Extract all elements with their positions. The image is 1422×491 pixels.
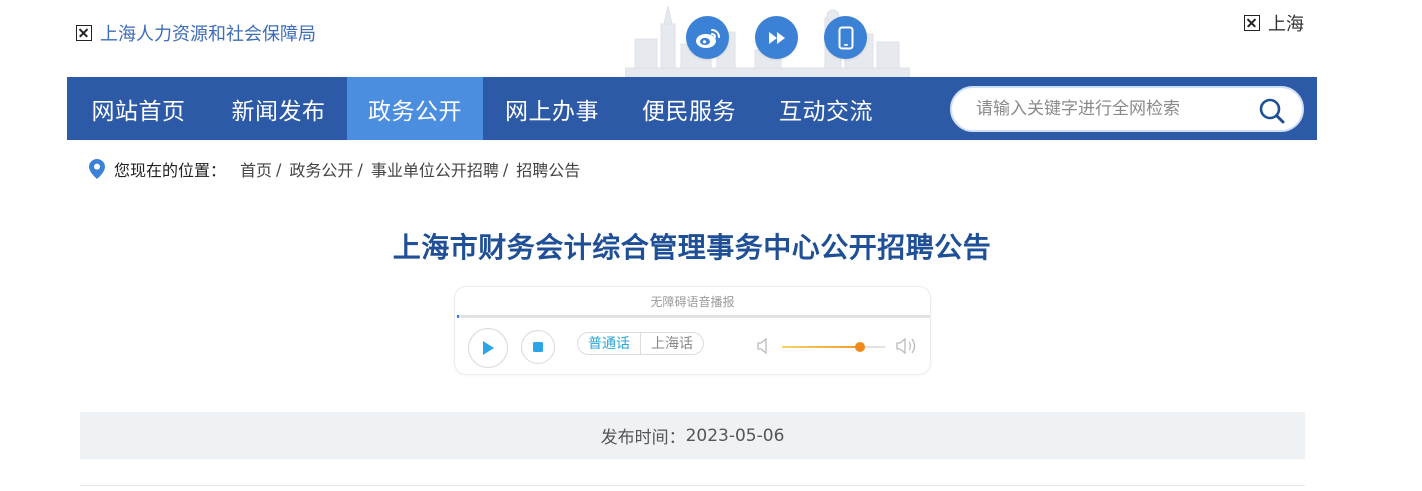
fast-forward-icon xyxy=(768,31,785,44)
weibo-icon xyxy=(695,28,720,48)
region-switch[interactable]: 上海 xyxy=(1244,10,1304,36)
feed-button[interactable] xyxy=(755,16,798,59)
breadcrumb-gov-affairs[interactable]: 政务公开 xyxy=(289,157,353,181)
volume-fill xyxy=(782,346,861,348)
progress-fill xyxy=(457,315,459,318)
publish-info: 发布时间： 2023-05-06 xyxy=(80,412,1305,459)
stop-button[interactable] xyxy=(521,330,555,364)
dialect-shanghainese-option[interactable]: 上海话 xyxy=(641,333,703,354)
breadcrumb-home[interactable]: 首页 xyxy=(240,157,272,181)
nav-item-home[interactable]: 网站首页 xyxy=(67,77,210,140)
breadcrumb-label: 您现在的位置： xyxy=(114,161,227,180)
breadcrumb-recruitment[interactable]: 事业单位公开招聘 xyxy=(371,157,499,181)
nav-item-online-services[interactable]: 网上办事 xyxy=(483,77,621,140)
page-title: 上海市财务会计综合管理事务中心公开招聘公告 xyxy=(392,231,992,264)
search-box xyxy=(950,86,1304,132)
breadcrumb: 您现在的位置： 首页 / 政务公开 / 事业单位公开招聘 / 招聘公告 xyxy=(88,156,580,182)
broken-image-icon xyxy=(76,25,92,41)
audio-player: 无障碍语音播报 普通话 上海话 xyxy=(454,286,931,375)
breadcrumb-separator: / xyxy=(502,159,509,179)
volume-high-icon[interactable] xyxy=(896,336,918,356)
dialect-mandarin-option[interactable]: 普通话 xyxy=(578,333,641,354)
broken-image-icon xyxy=(1244,15,1260,31)
volume-knob[interactable] xyxy=(855,342,866,352)
dialect-selector: 普通话 上海话 xyxy=(577,332,704,355)
top-header: 上海人力资源和社会保障局 上海 xyxy=(0,0,1422,77)
publish-label: 发布时间： xyxy=(600,428,686,448)
publish-date: 2023-05-06 xyxy=(685,425,785,446)
mobile-button[interactable] xyxy=(824,16,867,59)
nav-item-interaction[interactable]: 互动交流 xyxy=(757,77,895,140)
location-pin-icon xyxy=(89,159,105,179)
progress-bar[interactable] xyxy=(457,315,930,318)
breadcrumb-separator: / xyxy=(276,159,282,179)
play-button[interactable] xyxy=(468,328,508,368)
site-logo[interactable]: 上海人力资源和社会保障局 xyxy=(76,20,316,46)
divider xyxy=(80,485,1305,486)
volume-slider[interactable] xyxy=(782,342,885,352)
stop-icon xyxy=(533,342,543,352)
nav-item-public-services[interactable]: 便民服务 xyxy=(621,77,757,140)
weibo-button[interactable] xyxy=(686,16,729,59)
breadcrumb-separator: / xyxy=(357,159,363,179)
search-input[interactable] xyxy=(976,99,1246,119)
nav-item-gov-affairs[interactable]: 政务公开 xyxy=(347,77,483,140)
play-icon xyxy=(483,341,494,355)
mobile-icon xyxy=(838,26,853,49)
region-label: 上海 xyxy=(1268,14,1304,34)
breadcrumb-announcement[interactable]: 招聘公告 xyxy=(516,157,580,181)
volume-low-icon[interactable] xyxy=(757,337,771,355)
player-label: 无障碍语音播报 xyxy=(650,295,735,309)
site-title: 上海人力资源和社会保障局 xyxy=(100,24,316,44)
search-icon[interactable] xyxy=(1258,97,1286,125)
nav-item-news[interactable]: 新闻发布 xyxy=(210,77,347,140)
